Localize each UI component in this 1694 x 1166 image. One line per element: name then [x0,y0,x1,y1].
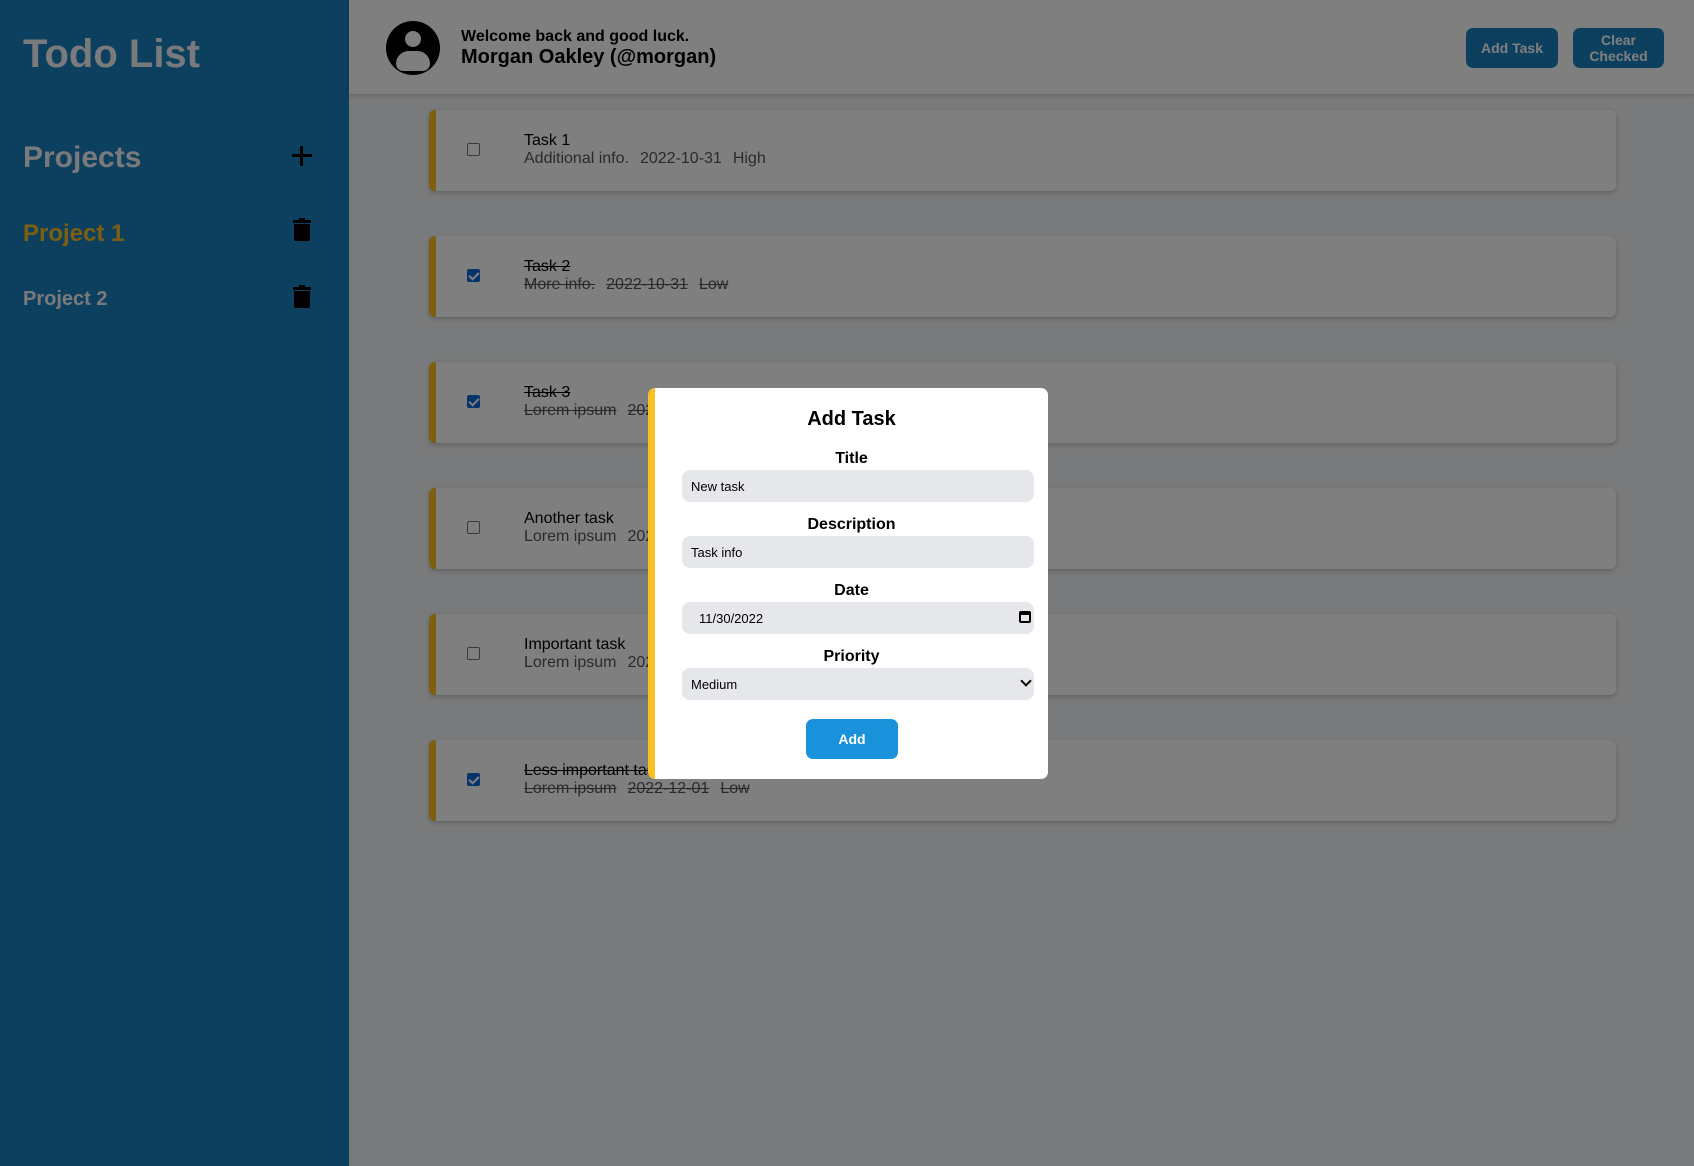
date-label: Date [834,582,869,599]
title-label: Title [835,450,868,467]
description-input[interactable]: Task info [682,536,1034,568]
calendar-icon[interactable] [1019,611,1031,623]
priority-label: Priority [823,648,880,665]
description-label: Description [807,516,896,533]
priority-select[interactable]: Medium [682,668,1034,700]
add-button[interactable]: Add [806,719,898,759]
modal-title: Add Task [807,408,896,430]
chevron-down-icon [1020,675,1032,687]
date-value: 11/30/2022 [699,610,764,626]
date-input[interactable]: 11/30/2022 [682,602,1034,634]
title-input[interactable]: New task [682,470,1034,502]
add-task-modal: Add Task Title New task Description Task… [648,388,1048,779]
priority-value: Medium [691,676,738,692]
